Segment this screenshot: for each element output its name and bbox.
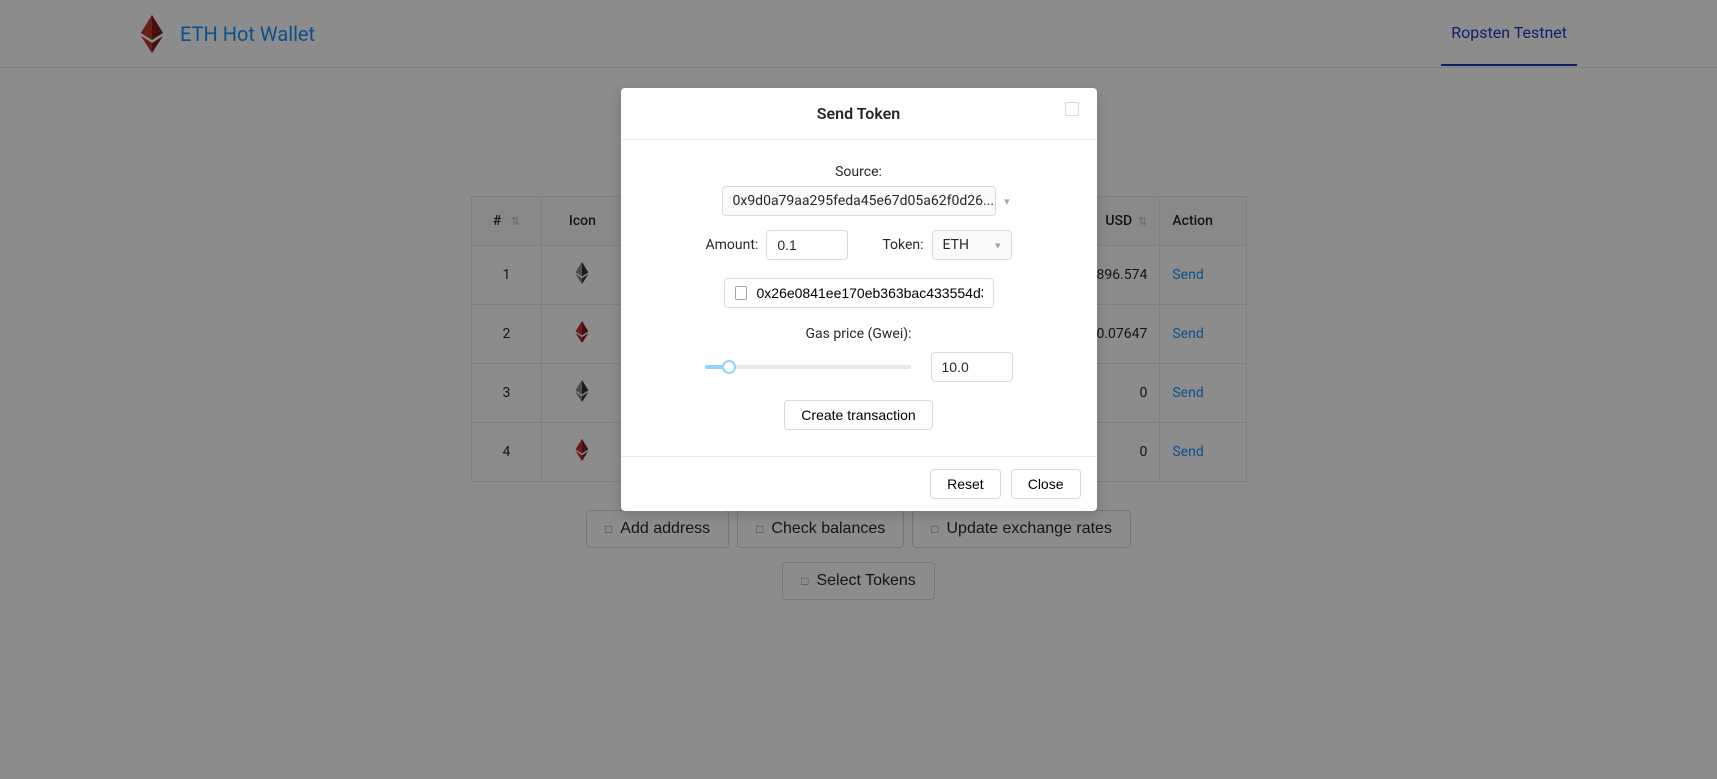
amount-label: Amount:	[706, 237, 759, 253]
chevron-down-icon: ▾	[995, 239, 1001, 252]
amount-input[interactable]	[766, 230, 848, 260]
modal-body: Source: 0x9d0a79aa295feda45e67d05a62f0d2…	[621, 140, 1097, 456]
source-label: Source:	[653, 164, 1065, 180]
modal-header: Send Token	[621, 88, 1097, 140]
gas-field: Gas price (Gwei):	[653, 326, 1065, 382]
modal-footer: Reset Close	[621, 456, 1097, 511]
modal-overlay[interactable]: Send Token Source: 0x9d0a79aa295feda45e6…	[0, 0, 1717, 779]
modal-title: Send Token	[817, 104, 900, 123]
amount-token-row: Amount: Token: ETH ▾	[653, 230, 1065, 260]
close-button[interactable]: Close	[1011, 469, 1081, 499]
gas-label: Gas price (Gwei):	[653, 326, 1065, 342]
gas-slider[interactable]	[705, 360, 911, 374]
slider-handle[interactable]	[722, 360, 736, 374]
token-label: Token:	[882, 237, 923, 253]
chevron-down-icon: ▾	[1004, 195, 1010, 208]
close-icon[interactable]	[1065, 102, 1079, 116]
source-field: Source: 0x9d0a79aa295feda45e67d05a62f0d2…	[653, 164, 1065, 216]
reset-button[interactable]: Reset	[930, 469, 1001, 499]
source-value: 0x9d0a79aa295feda45e67d05a62f0d26...	[733, 193, 995, 209]
token-select[interactable]: ETH ▾	[932, 230, 1012, 260]
source-select[interactable]: 0x9d0a79aa295feda45e67d05a62f0d26... ▾	[722, 186, 996, 216]
address-icon	[735, 286, 747, 300]
create-transaction-button[interactable]: Create transaction	[784, 400, 932, 430]
send-token-modal: Send Token Source: 0x9d0a79aa295feda45e6…	[621, 88, 1097, 511]
destination-field[interactable]	[724, 278, 994, 308]
gas-input[interactable]	[931, 352, 1013, 382]
token-value: ETH	[943, 237, 969, 253]
destination-input[interactable]	[757, 285, 983, 301]
